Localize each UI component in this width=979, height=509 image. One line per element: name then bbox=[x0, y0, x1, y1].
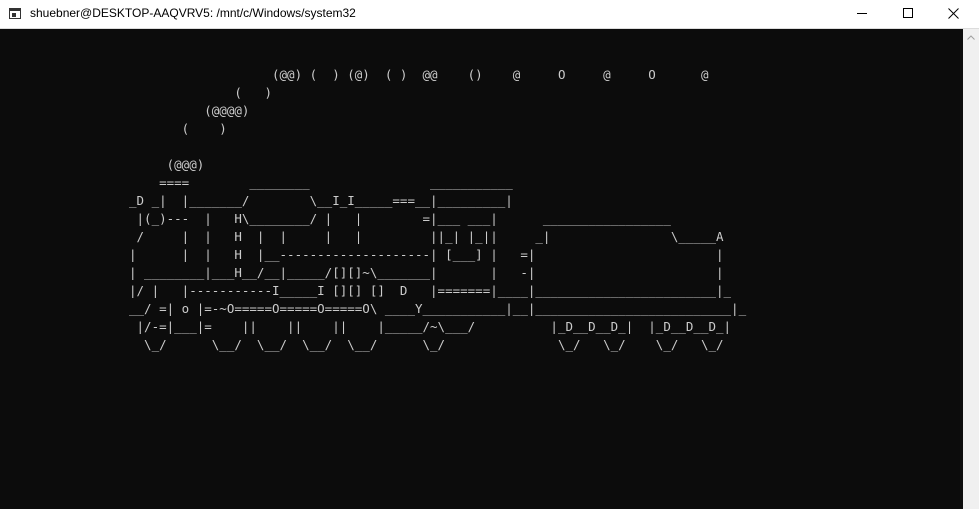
title-bar[interactable]: shuebner@DESKTOP-AAQVRV5: /mnt/c/Windows… bbox=[0, 0, 979, 29]
terminal-content[interactable]: (@@) ( ) (@) ( ) @@ () @ O @ O @ ( ) (@@… bbox=[0, 29, 963, 509]
vertical-scrollbar[interactable] bbox=[963, 29, 979, 509]
close-button[interactable] bbox=[931, 0, 977, 28]
minimize-icon bbox=[857, 13, 867, 14]
maximize-button[interactable] bbox=[885, 0, 931, 28]
sl-train-ascii-art: (@@) ( ) (@) ( ) @@ () @ O @ O @ ( ) (@@… bbox=[129, 67, 747, 352]
scroll-up-button[interactable] bbox=[963, 29, 979, 46]
minimize-button[interactable] bbox=[839, 0, 885, 28]
chevron-up-icon bbox=[967, 35, 975, 40]
maximize-icon bbox=[903, 8, 913, 18]
terminal-icon[interactable] bbox=[9, 8, 21, 19]
close-icon bbox=[948, 8, 959, 19]
terminal-window: shuebner@DESKTOP-AAQVRV5: /mnt/c/Windows… bbox=[0, 0, 979, 509]
window-title: shuebner@DESKTOP-AAQVRV5: /mnt/c/Windows… bbox=[30, 6, 356, 20]
